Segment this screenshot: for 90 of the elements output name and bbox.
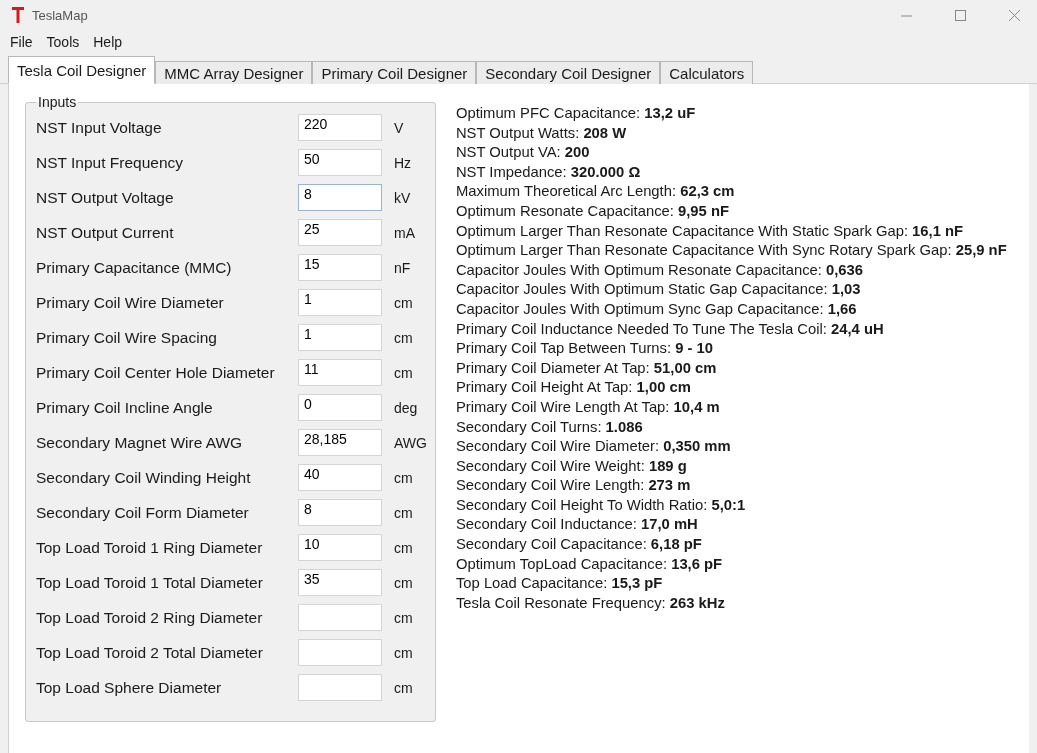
field-label: Top Load Toroid 2 Ring Diameter xyxy=(36,608,264,627)
result-line: NST Output Watts: 208 W xyxy=(455,123,628,143)
unit-label: cm xyxy=(394,574,413,591)
result-line: Secondary Coil Capacitance: 6,18 pF xyxy=(455,535,703,555)
result-line: Secondary Coil Wire Weight: 189 g xyxy=(455,456,688,476)
unit-label: Hz xyxy=(394,154,412,171)
unit-label: cm xyxy=(394,504,413,521)
input-field[interactable]: 8 xyxy=(298,184,382,211)
result-line: Primary Coil Tap Between Turns: 9 - 10 xyxy=(455,339,715,359)
result-line: Secondary Coil Inductance: 17,0 mH xyxy=(455,515,699,535)
input-field[interactable]: 25 xyxy=(298,219,382,246)
result-line: Capacitor Joules With Optimum Static Gap Capacitance: 1,03 xyxy=(455,280,862,300)
unit-label: V xyxy=(394,119,404,136)
result-line: Optimum TopLoad Capacitance: 13,6 pF xyxy=(455,554,724,574)
tab[interactable]: Calculators xyxy=(660,61,754,84)
result-line: Secondary Coil Turns: 1.086 xyxy=(455,417,644,437)
field-label: Secondary Coil Winding Height xyxy=(36,468,252,487)
app-logo-icon xyxy=(12,7,24,23)
unit-label: cm xyxy=(394,679,413,696)
window-title: TeslaMap xyxy=(32,7,89,23)
input-field[interactable] xyxy=(298,639,382,666)
result-line: Primary Coil Inductance Needed To Tune The Tesla Coil: 24,4 uH xyxy=(455,319,885,339)
input-field[interactable]: 220 xyxy=(298,114,382,141)
tab[interactable]: Tesla Coil Designer xyxy=(8,56,156,84)
field-label: Top Load Sphere Diameter xyxy=(36,678,223,697)
result-line: Tesla Coil Resonate Frequency: 263 kHz xyxy=(455,593,726,613)
menu-item[interactable]: Tools xyxy=(40,32,86,52)
field-label: Primary Coil Center Hole Diameter xyxy=(36,363,276,382)
unit-label: cm xyxy=(394,609,413,626)
field-label: Top Load Toroid 1 Ring Diameter xyxy=(36,538,264,557)
unit-label: cm xyxy=(394,644,413,661)
tab[interactable]: MMC Array Designer xyxy=(155,61,313,84)
unit-label: AWG xyxy=(394,434,427,451)
input-field[interactable]: 0 xyxy=(298,394,382,421)
result-line: Secondary Coil Wire Length: 273 m xyxy=(455,476,692,496)
input-field[interactable]: 40 xyxy=(298,464,382,491)
result-line: Optimum Larger Than Resonate Capacitance With Static Spark Gap: 16,1 nF xyxy=(455,221,965,241)
result-line: Primary Coil Diameter At Tap: 51,00 cm xyxy=(455,358,718,378)
result-line: Optimum Resonate Capacitance: 9,95 nF xyxy=(455,201,730,221)
result-line: Capacitor Joules With Optimum Resonate Capacitance: 0,636 xyxy=(455,260,865,280)
input-field[interactable]: 50 xyxy=(298,149,382,176)
field-label: NST Output Current xyxy=(36,223,175,242)
result-line: Maximum Theoretical Arc Length: 62,3 cm xyxy=(455,182,736,202)
field-label: NST Input Voltage xyxy=(36,118,163,137)
field-label: Secondary Magnet Wire AWG xyxy=(36,433,244,452)
input-field[interactable]: 1 xyxy=(298,324,382,351)
input-field[interactable]: 11 xyxy=(298,359,382,386)
result-line: Top Load Capacitance: 15,3 pF xyxy=(455,574,664,594)
input-field[interactable]: 10 xyxy=(298,534,382,561)
result-line: NST Impedance: 320.000 Ω xyxy=(455,162,642,182)
result-line: Optimum Larger Than Resonate Capacitance With Sync Rotary Spark Gap: 25,9 nF xyxy=(455,241,1007,261)
result-line: Optimum PFC Capacitance: 13,2 uF xyxy=(455,104,697,123)
field-label: Primary Coil Incline Angle xyxy=(36,398,214,417)
result-line: Secondary Coil Wire Diameter: 0,350 mm xyxy=(455,437,732,457)
unit-label: cm xyxy=(394,329,413,346)
result-line: Capacitor Joules With Optimum Sync Gap Capacitance: 1,66 xyxy=(455,299,858,319)
menu-item[interactable]: File xyxy=(4,32,39,52)
result-line: Primary Coil Wire Length At Tap: 10,4 m xyxy=(455,397,721,417)
field-label: NST Output Voltage xyxy=(36,188,175,207)
result-line: Secondary Coil Height To Width Ratio: 5,0:1 xyxy=(455,495,747,515)
unit-label: nF xyxy=(394,259,411,276)
unit-label: cm xyxy=(394,294,413,311)
field-label: Primary Capacitance (MMC) xyxy=(36,258,233,277)
input-field[interactable]: 8 xyxy=(298,499,382,526)
field-label: Top Load Toroid 1 Total Diameter xyxy=(36,573,264,592)
unit-label: cm xyxy=(394,469,413,486)
tab[interactable]: Secondary Coil Designer xyxy=(476,61,661,84)
unit-label: deg xyxy=(394,399,418,416)
field-label: NST Input Frequency xyxy=(36,153,185,172)
result-line: Primary Coil Height At Tap: 1,00 cm xyxy=(455,378,692,398)
input-field[interactable]: 28,185 xyxy=(298,429,382,456)
field-label: Secondary Coil Form Diameter xyxy=(36,503,250,522)
input-field[interactable]: 15 xyxy=(298,254,382,281)
input-field[interactable]: 35 xyxy=(298,569,382,596)
unit-label: mA xyxy=(394,224,415,241)
result-line: NST Output VA: 200 xyxy=(455,143,591,163)
field-label: Primary Coil Wire Diameter xyxy=(36,293,225,312)
unit-label: kV xyxy=(394,189,411,206)
unit-label: cm xyxy=(394,364,413,381)
field-label: Primary Coil Wire Spacing xyxy=(36,328,218,347)
field-label: Top Load Toroid 2 Total Diameter xyxy=(36,643,264,662)
tab[interactable]: Primary Coil Designer xyxy=(312,61,477,84)
group-title: Inputs xyxy=(37,94,78,110)
input-field[interactable] xyxy=(298,604,382,631)
maximize-icon xyxy=(954,9,966,21)
input-field[interactable] xyxy=(298,674,382,701)
input-field[interactable]: 1 xyxy=(298,289,382,316)
menu-item[interactable]: Help xyxy=(87,32,129,52)
unit-label: cm xyxy=(394,539,413,556)
close-icon xyxy=(1008,9,1020,21)
